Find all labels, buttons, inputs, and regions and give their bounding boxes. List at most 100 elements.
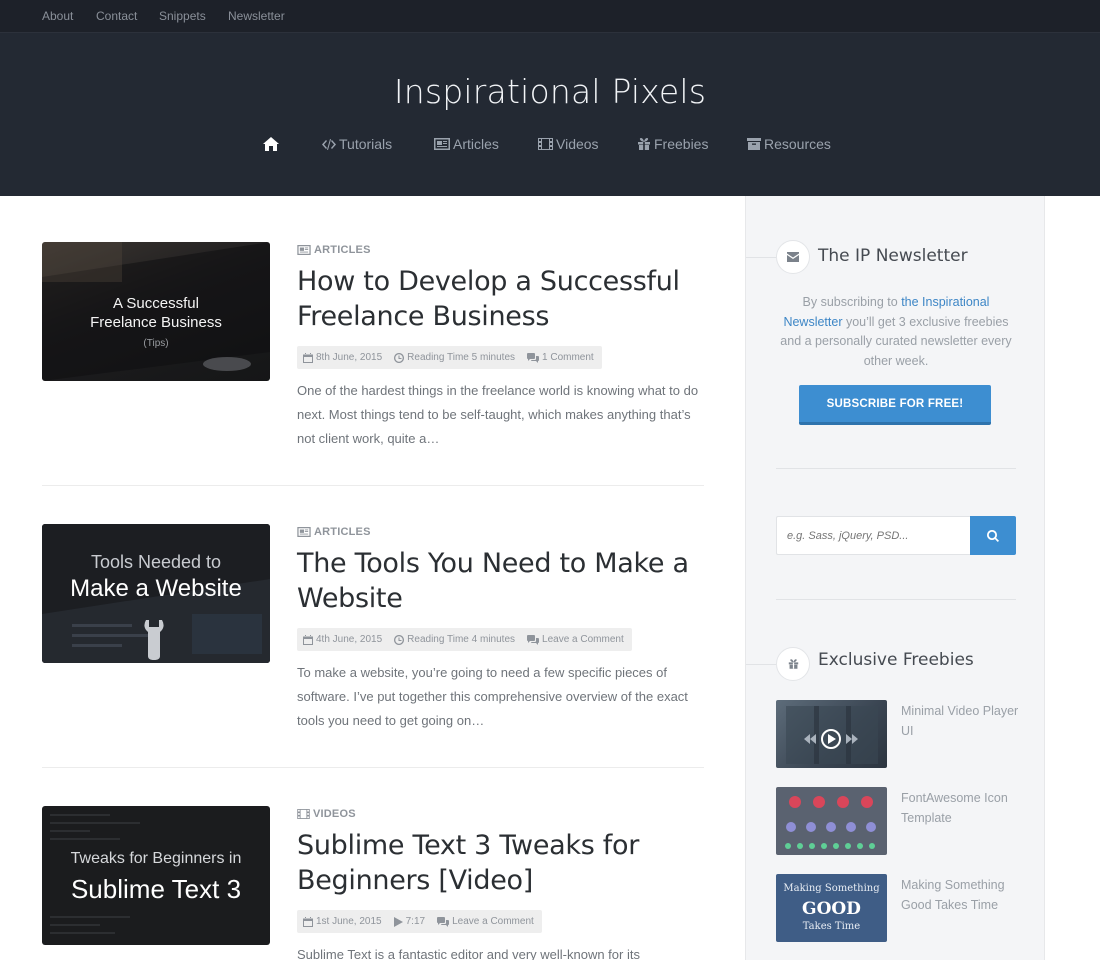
freebie-item[interactable]: FontAwesome Icon Template	[776, 787, 1016, 855]
post-card: Tools Needed to Make a Website ARTICLES …	[42, 524, 704, 754]
clock-icon	[394, 352, 405, 363]
post-date: 4th June, 2015	[303, 634, 382, 645]
post-category[interactable]: VIDEOS	[297, 808, 356, 820]
post-excerpt: One of the hardest things in the freelan…	[297, 383, 699, 446]
thumbnail-text: (Tips)	[143, 338, 169, 349]
post-category-label: VIDEOS	[313, 808, 356, 820]
calendar-icon	[303, 916, 313, 927]
thumbnail-decoration	[786, 706, 878, 764]
post-divider	[42, 767, 704, 768]
post-date-text: 4th June, 2015	[316, 634, 383, 645]
freebie-item[interactable]: Making Something GOOD Takes Time Making …	[776, 874, 1016, 942]
post-date: 1st June, 2015	[303, 916, 382, 927]
post-category[interactable]: ARTICLES	[297, 244, 371, 256]
nav-freebies-label: Freebies	[654, 136, 709, 152]
post-title[interactable]: Sublime Text 3 Tweaks for Beginners [Vid…	[297, 828, 697, 898]
post-category[interactable]: ARTICLES	[297, 526, 371, 538]
post-divider	[42, 485, 704, 486]
post-comments-text: 1 Comment	[542, 352, 594, 363]
post-thumbnail[interactable]: Tools Needed to Make a Website	[42, 524, 270, 663]
nav-tutorials-label: Tutorials	[339, 136, 393, 152]
top-link-newsletter[interactable]: Newsletter	[228, 9, 285, 23]
sidebar-divider	[776, 468, 1016, 469]
post-title[interactable]: How to Develop a Successful Freelance Bu…	[297, 264, 697, 334]
comments-icon	[527, 352, 540, 363]
film-icon	[297, 809, 310, 819]
thumbnail-text: Tweaks for Beginners in	[70, 850, 242, 867]
post-date-text: 8th June, 2015	[316, 352, 383, 363]
newspaper-icon	[297, 245, 311, 255]
nav-videos-label: Videos	[556, 136, 599, 152]
top-bar: About Contact Snippets Newsletter	[0, 0, 1100, 33]
newspaper-icon	[434, 138, 450, 150]
envelope-icon	[787, 252, 799, 262]
sidebar-divider	[776, 599, 1016, 600]
thumbnail-text: Make a Website	[70, 575, 242, 602]
freebie-title[interactable]: Minimal Video Player UI	[901, 702, 1021, 741]
thumbnail-text: Tools Needed to	[90, 552, 222, 572]
post-comments-text: Leave a Comment	[452, 916, 534, 927]
nav-tutorials[interactable]: Tutorials	[322, 136, 392, 152]
thumbnail-text: GOOD	[802, 899, 861, 919]
newspaper-icon	[297, 527, 311, 537]
post-card: A Successful Freelance Business (Tips) A…	[42, 242, 704, 472]
sidebar: The IP Newsletter By subscribing to the …	[745, 196, 1045, 960]
thumbnail-text: A Successful	[113, 295, 199, 312]
post-thumbnail[interactable]: A Successful Freelance Business (Tips)	[42, 242, 270, 381]
search-button[interactable]	[970, 516, 1016, 555]
newsletter-heading: The IP Newsletter	[818, 246, 968, 266]
post-meta: 1st June, 2015 7:17 Leave a Comment	[297, 910, 542, 933]
site-title[interactable]: Inspirational Pixels	[0, 72, 1100, 111]
post-card: Tweaks for Beginners in Sublime Text 3 V…	[42, 806, 704, 960]
nav-videos[interactable]: Videos	[538, 136, 599, 152]
nav-freebies[interactable]: Freebies	[637, 136, 708, 152]
post-thumbnail[interactable]: Tweaks for Beginners in Sublime Text 3	[42, 806, 270, 945]
comments-icon	[527, 634, 540, 645]
clock-icon	[394, 634, 405, 645]
post-reading-time: Reading Time 5 minutes	[394, 352, 515, 363]
section-line	[746, 664, 776, 665]
search-input[interactable]	[776, 516, 970, 555]
post-reading-time-text: Reading Time 5 minutes	[407, 352, 516, 363]
comments-icon	[437, 916, 450, 927]
freebie-item[interactable]: Minimal Video Player UI	[776, 700, 1018, 768]
section-line	[746, 257, 776, 258]
post-excerpt: To make a website, you’re going to need …	[297, 665, 688, 728]
post-meta: 4th June, 2015 Reading Time 4 minutes Le…	[297, 628, 632, 651]
nav-resources[interactable]: Resources	[747, 136, 831, 152]
nav-home[interactable]	[263, 137, 279, 151]
freebie-title[interactable]: Making Something Good Takes Time	[901, 876, 1021, 915]
freebie-thumbnail[interactable]	[776, 787, 887, 855]
post-title[interactable]: The Tools You Need to Make a Website	[297, 546, 697, 616]
post-comments[interactable]: 1 Comment	[527, 352, 594, 363]
thumbnail-decoration	[785, 796, 876, 849]
archive-icon	[747, 138, 761, 150]
calendar-icon	[303, 352, 313, 363]
top-link-snippets[interactable]: Snippets	[159, 9, 206, 23]
post-date-text: 1st June, 2015	[316, 916, 382, 927]
home-icon	[263, 137, 279, 151]
subscribe-button[interactable]: SUBSCRIBE FOR FREE!	[799, 385, 991, 425]
thumbnail-text: Sublime Text 3	[70, 874, 242, 904]
nav-articles-label: Articles	[453, 136, 499, 152]
post-comments-text: Leave a Comment	[542, 634, 624, 645]
main-nav: Tutorials Articles Videos Freebies Resou…	[0, 136, 1100, 156]
freebie-thumbnail[interactable]	[776, 700, 887, 768]
thumbnail-text: Making Something	[783, 883, 880, 894]
freebie-title[interactable]: FontAwesome Icon Template	[901, 789, 1021, 828]
nav-resources-label: Resources	[764, 136, 831, 152]
post-date: 8th June, 2015	[303, 352, 382, 363]
top-link-contact[interactable]: Contact	[96, 9, 137, 23]
gift-icon	[788, 659, 798, 669]
post-category-label: ARTICLES	[314, 526, 371, 538]
post-category-label: ARTICLES	[314, 244, 371, 256]
post-comments[interactable]: Leave a Comment	[437, 916, 534, 927]
post-duration: 7:17	[393, 916, 425, 927]
post-comments[interactable]: Leave a Comment	[527, 634, 624, 645]
top-link-about[interactable]: About	[42, 9, 73, 23]
post-excerpt: Sublime Text is a fantastic editor and v…	[297, 947, 640, 960]
nav-articles[interactable]: Articles	[434, 136, 499, 152]
thumbnail-text: Takes Time	[802, 921, 861, 932]
freebie-thumbnail[interactable]: Making Something GOOD Takes Time	[776, 874, 887, 942]
play-icon	[393, 916, 403, 927]
